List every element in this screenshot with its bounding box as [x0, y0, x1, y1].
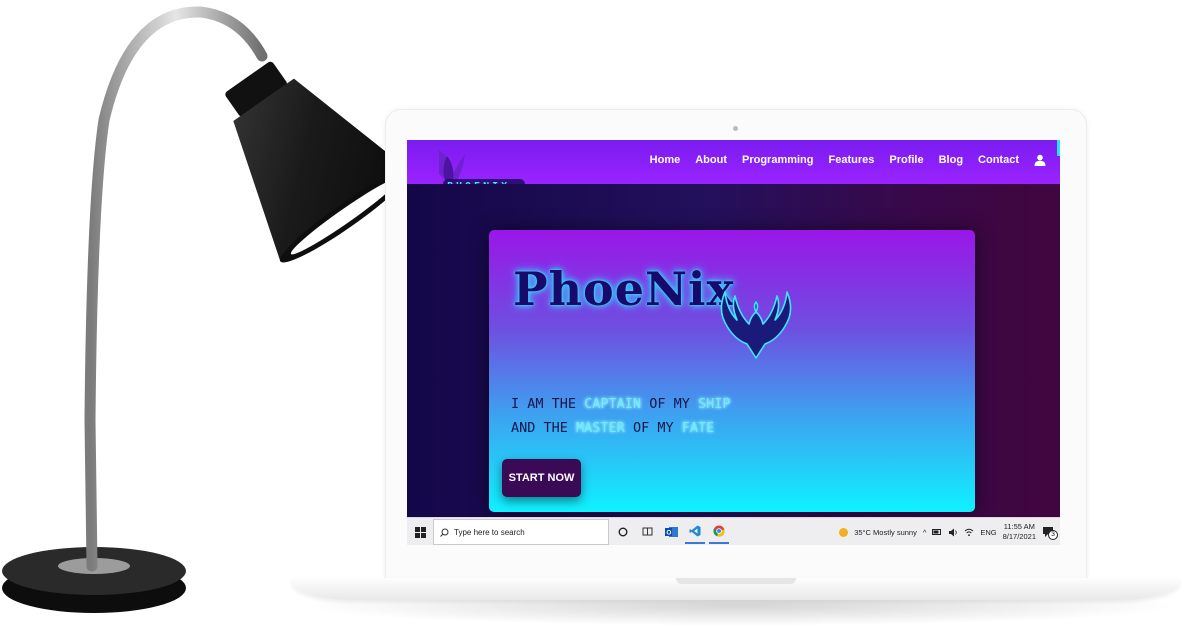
start-now-button[interactable]: START NOW [502, 459, 581, 497]
nav-accent-bar [1057, 140, 1060, 156]
speaker-icon[interactable] [948, 528, 958, 537]
notification-center-button[interactable]: 3 [1042, 525, 1058, 540]
nav-link-about[interactable]: About [695, 154, 727, 166]
clock-time: 11:55 AM [1003, 522, 1035, 531]
clock-date: 8/17/2021 [1002, 532, 1036, 541]
language-indicator[interactable]: ENG [980, 528, 996, 537]
desk-lamp-image [2, 6, 411, 613]
tagline-text: OF MY [624, 420, 682, 436]
taskbar-clock[interactable]: 11:55 AM 8/17/2021 [1003, 522, 1036, 542]
chevron-up-icon[interactable]: ^ [923, 528, 927, 537]
nav-link-programming[interactable]: Programming [742, 154, 814, 166]
nav-link-profile[interactable]: Profile [889, 154, 923, 166]
tagline-text: AND THE [511, 420, 577, 436]
laptop-screen: PHOENIX Home About Programming Features … [407, 140, 1060, 545]
search-placeholder: Type here to search [454, 527, 525, 537]
outlook-icon[interactable]: O [661, 520, 681, 544]
chrome-icon[interactable] [709, 520, 729, 544]
cortana-icon[interactable] [613, 520, 633, 544]
hero-logo-text: PhoeNix [513, 262, 735, 316]
battery-icon[interactable] [932, 528, 942, 536]
start-menu-button[interactable] [407, 518, 433, 545]
site-navbar: PHOENIX Home About Programming Features … [407, 140, 1060, 192]
nav-link-home[interactable]: Home [650, 154, 681, 166]
nav-link-features[interactable]: Features [829, 154, 875, 166]
taskbar-search-input[interactable]: Type here to search [433, 519, 609, 545]
user-icon[interactable] [1034, 154, 1046, 166]
tagline-highlight: FATE [681, 420, 715, 436]
tagline-highlight: CAPTAIN [584, 396, 642, 412]
phoenix-bird-icon [720, 291, 792, 359]
windows-taskbar: Type here to search O 35°C Mostly sunny … [407, 517, 1060, 545]
hero-section: PhoeNix I AM THE CAPTAIN OF MY SHIP AND … [407, 184, 1060, 517]
weather-sun-icon [839, 527, 849, 537]
search-icon [440, 528, 449, 537]
hero-card: PhoeNix I AM THE CAPTAIN OF MY SHIP AND … [489, 230, 975, 512]
nav-links: Home About Programming Features Profile … [650, 154, 1046, 166]
vscode-icon[interactable] [685, 520, 705, 544]
nav-link-blog[interactable]: Blog [939, 154, 963, 166]
task-view-icon[interactable] [637, 520, 657, 544]
weather-text[interactable]: 35°C Mostly sunny [854, 528, 917, 537]
tagline-text: I AM THE [511, 396, 585, 412]
tagline-line-2: AND THE MASTER OF MY FATE [511, 420, 714, 436]
windows-logo-icon [414, 526, 426, 538]
nav-link-contact[interactable]: Contact [978, 154, 1019, 166]
notification-count-badge: 3 [1048, 530, 1058, 540]
svg-text:O: O [666, 530, 671, 537]
laptop-notch [676, 578, 796, 584]
tagline-text: OF MY [641, 396, 698, 412]
taskbar-apps: O [613, 520, 729, 544]
wifi-icon[interactable] [964, 528, 974, 537]
tagline-highlight: MASTER [576, 420, 625, 436]
webcam-dot [733, 126, 738, 131]
tagline-highlight: SHIP [697, 396, 731, 412]
system-tray: 35°C Mostly sunny ^ ENG 11:55 AM 8/17/20… [839, 518, 1058, 545]
tagline-line-1: I AM THE CAPTAIN OF MY SHIP [511, 396, 730, 412]
